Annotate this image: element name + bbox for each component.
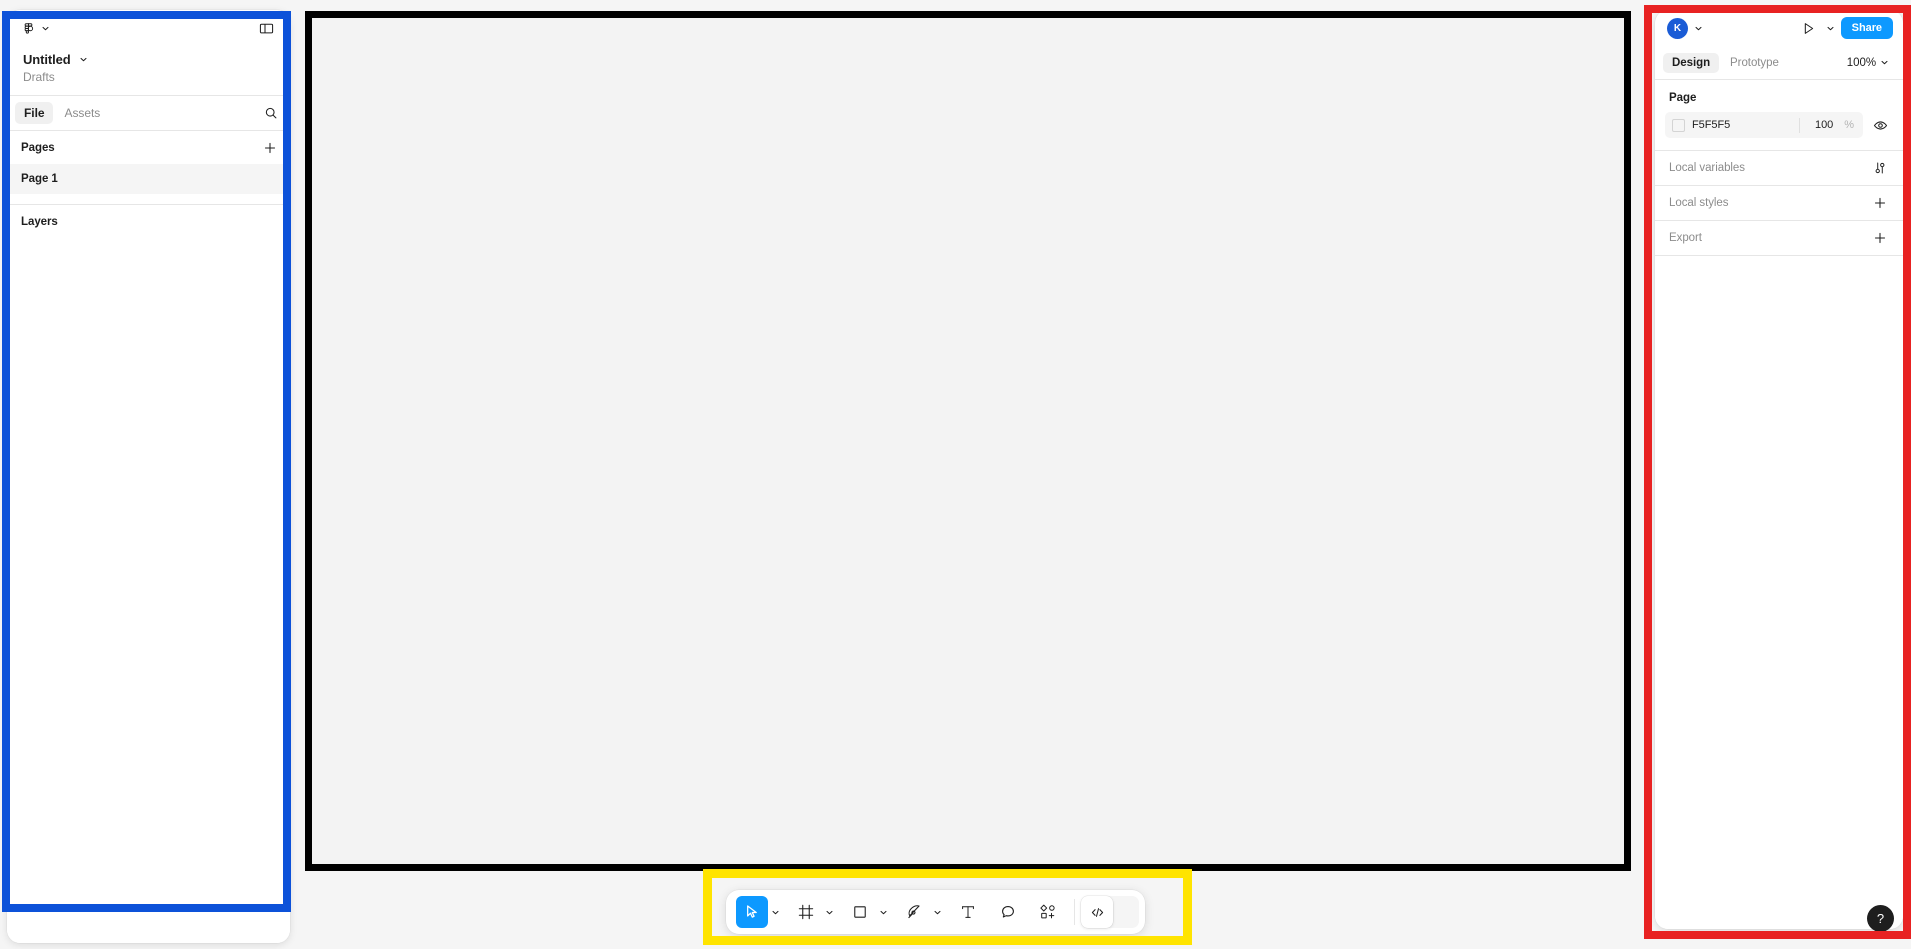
tab-prototype[interactable]: Prototype bbox=[1721, 53, 1788, 73]
divider bbox=[1799, 117, 1801, 133]
code-icon[interactable] bbox=[1081, 896, 1113, 928]
text-tool-group[interactable] bbox=[948, 896, 988, 928]
file-name: Untitled bbox=[23, 52, 71, 67]
chevron-down-icon[interactable] bbox=[822, 896, 836, 928]
chevron-down-icon bbox=[79, 55, 88, 64]
comment-tool-group[interactable] bbox=[988, 896, 1028, 928]
right-sidebar: K Share Design Prototype 100% Page F5F5F… bbox=[1655, 10, 1903, 929]
chevron-down-icon[interactable] bbox=[876, 896, 890, 928]
tab-file[interactable]: File bbox=[15, 102, 54, 124]
square-icon[interactable] bbox=[844, 896, 876, 928]
actions-tool-group[interactable] bbox=[1028, 896, 1068, 928]
panel-toggle-icon[interactable] bbox=[259, 21, 274, 36]
frame-tool-group[interactable] bbox=[786, 896, 840, 928]
share-button[interactable]: Share bbox=[1840, 17, 1893, 39]
layers-label: Layers bbox=[21, 216, 58, 228]
sliders-icon[interactable] bbox=[1869, 157, 1891, 179]
chevron-down-icon bbox=[1880, 58, 1889, 67]
left-sidebar-topbar bbox=[7, 10, 290, 46]
cursor-icon[interactable] bbox=[736, 896, 768, 928]
right-sidebar-body bbox=[1655, 256, 1903, 929]
opacity-value[interactable]: 100 bbox=[1807, 119, 1833, 131]
tab-design[interactable]: Design bbox=[1663, 52, 1720, 73]
page-fill-row: F5F5F5 100 % bbox=[1655, 112, 1903, 150]
pen-icon[interactable] bbox=[898, 896, 930, 928]
breadcrumb[interactable]: Drafts bbox=[23, 70, 274, 84]
local-styles-label: Local styles bbox=[1669, 197, 1729, 209]
figma-app-window: Untitled Drafts File Assets Pages Page 1… bbox=[0, 0, 1911, 949]
local-variables-row[interactable]: Local variables bbox=[1655, 151, 1903, 185]
zoom-control[interactable]: 100% bbox=[1847, 57, 1893, 69]
search-icon[interactable] bbox=[264, 106, 278, 120]
hex-value[interactable]: F5F5F5 bbox=[1692, 119, 1792, 131]
pen-tool-group[interactable] bbox=[894, 896, 948, 928]
right-sidebar-topbar: K Share bbox=[1655, 10, 1903, 46]
layers-section-header: Layers bbox=[7, 205, 290, 239]
canvas-surface[interactable] bbox=[312, 18, 1624, 864]
chevron-down-icon[interactable] bbox=[1694, 24, 1703, 33]
export-row[interactable]: Export bbox=[1655, 221, 1903, 255]
left-sidebar-tabs: File Assets bbox=[7, 96, 290, 130]
dev-mode-toggle[interactable] bbox=[1081, 896, 1139, 928]
chevron-down-icon bbox=[41, 24, 50, 33]
chevron-down-icon[interactable] bbox=[930, 896, 944, 928]
file-name-row[interactable]: Untitled bbox=[23, 52, 274, 67]
play-icon[interactable] bbox=[1801, 21, 1816, 36]
page-section-title: Page bbox=[1669, 92, 1697, 104]
help-button[interactable]: ? bbox=[1867, 905, 1894, 932]
export-label: Export bbox=[1669, 232, 1702, 244]
comment-icon[interactable] bbox=[992, 896, 1024, 928]
tab-assets[interactable]: Assets bbox=[55, 102, 109, 124]
bottom-toolbar bbox=[726, 890, 1145, 934]
divider bbox=[1074, 899, 1075, 925]
fill-color-field[interactable]: F5F5F5 100 % bbox=[1665, 112, 1863, 138]
page-list-item[interactable]: Page 1 bbox=[7, 164, 290, 194]
move-tool-group[interactable] bbox=[732, 896, 786, 928]
pages-section-header: Pages bbox=[7, 131, 290, 164]
eye-icon[interactable] bbox=[1867, 112, 1893, 138]
plugins-icon[interactable] bbox=[1032, 896, 1064, 928]
right-sidebar-tabs: Design Prototype 100% bbox=[1655, 46, 1903, 79]
left-sidebar: Untitled Drafts File Assets Pages Page 1… bbox=[7, 10, 290, 943]
plus-icon[interactable] bbox=[1869, 192, 1891, 214]
chevron-down-icon[interactable] bbox=[1826, 24, 1835, 33]
frame-icon[interactable] bbox=[790, 896, 822, 928]
avatar[interactable]: K bbox=[1667, 17, 1688, 39]
figma-logo-icon bbox=[21, 21, 36, 36]
local-variables-label: Local variables bbox=[1669, 162, 1745, 174]
opacity-unit: % bbox=[1844, 119, 1854, 131]
plus-icon[interactable] bbox=[1869, 227, 1891, 249]
chevron-down-icon[interactable] bbox=[768, 896, 782, 928]
main-menu-button[interactable] bbox=[21, 21, 50, 36]
pages-label: Pages bbox=[21, 141, 55, 154]
layers-list[interactable] bbox=[7, 239, 290, 943]
file-title-block: Untitled Drafts bbox=[7, 46, 290, 95]
text-icon[interactable] bbox=[952, 896, 984, 928]
shape-tool-group[interactable] bbox=[840, 896, 894, 928]
color-swatch[interactable] bbox=[1672, 118, 1685, 132]
zoom-level-value: 100% bbox=[1846, 56, 1876, 69]
local-styles-row[interactable]: Local styles bbox=[1655, 186, 1903, 220]
plus-icon[interactable] bbox=[263, 141, 277, 155]
